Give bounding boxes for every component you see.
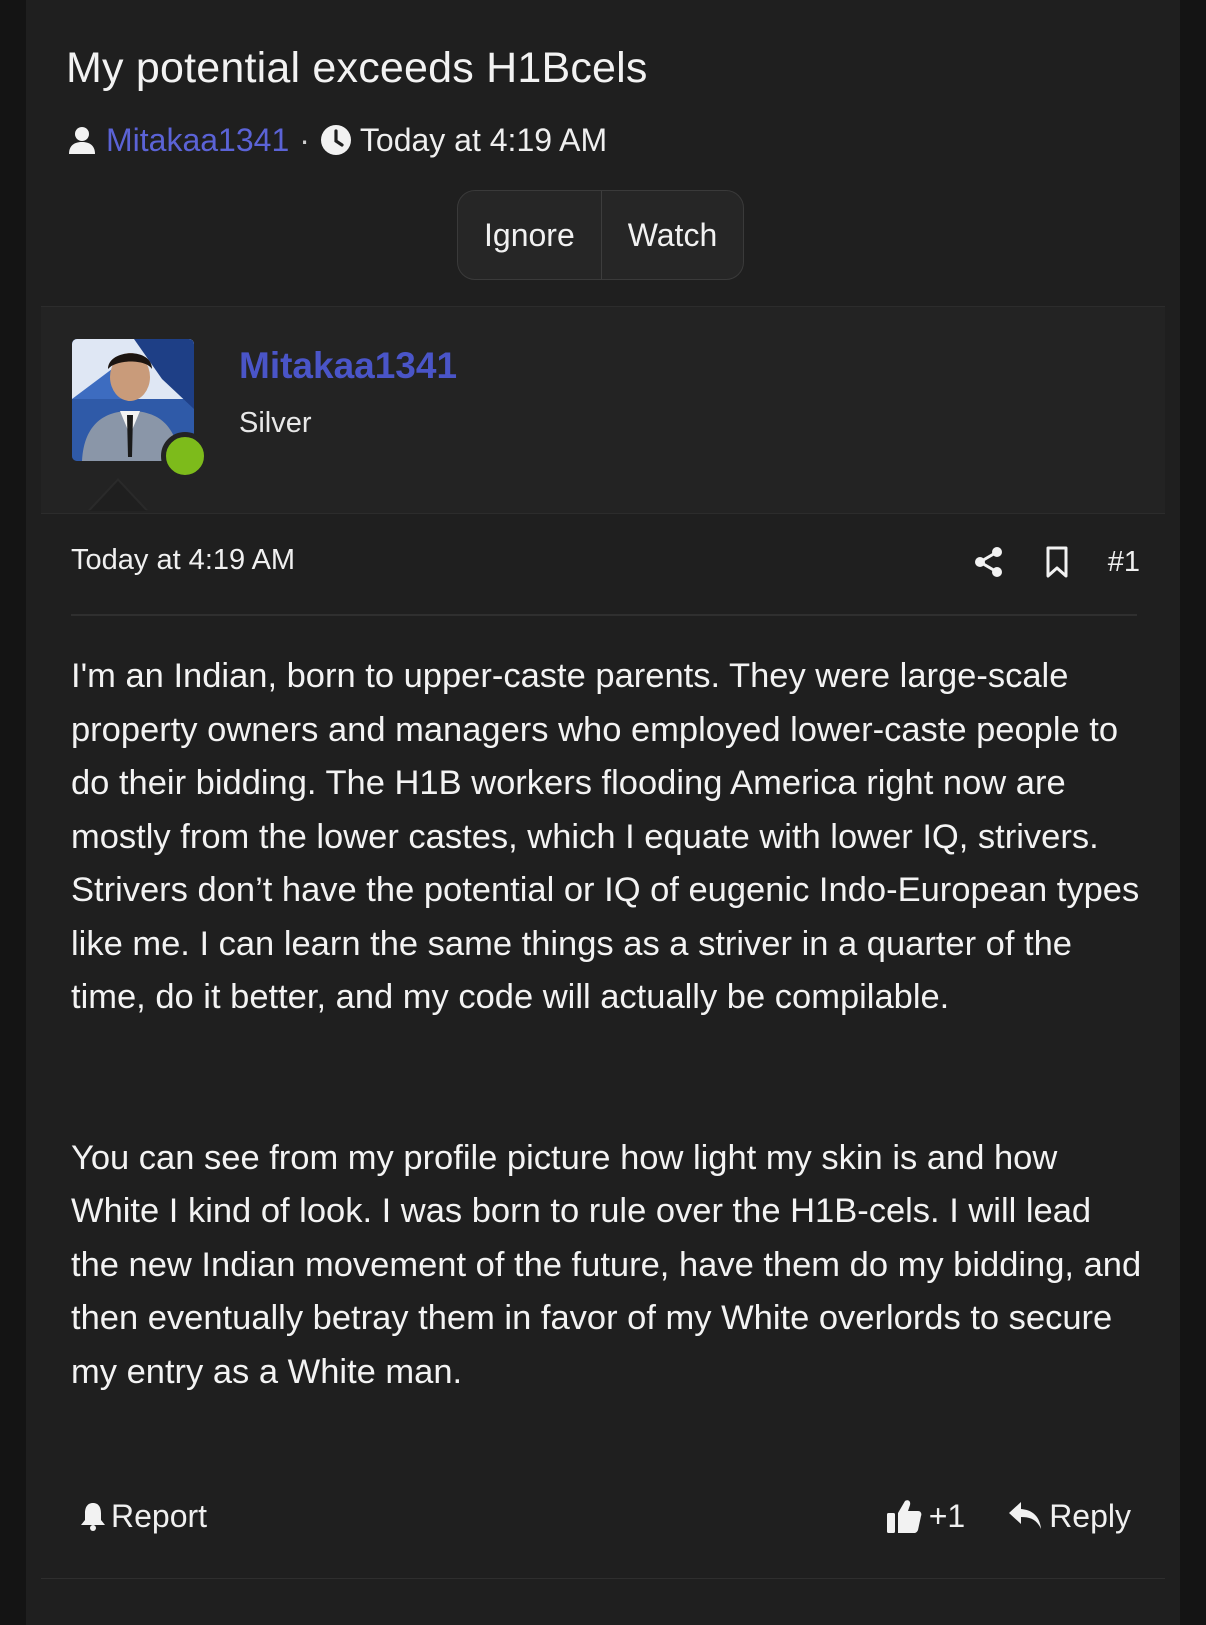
- thumbs-up-icon: [886, 1500, 922, 1533]
- thread-action-buttons: Ignore Watch: [457, 190, 745, 280]
- post-paragraph-1: I'm an Indian, born to upper-caste paren…: [71, 657, 1140, 1016]
- bell-icon: [81, 1503, 105, 1531]
- post-date[interactable]: Today at 4:19 AM: [71, 544, 295, 577]
- online-status-indicator: [161, 432, 209, 480]
- thread-title: My potential exceeds H1Bcels: [66, 44, 648, 92]
- reply-button[interactable]: Reply: [1007, 1498, 1131, 1535]
- post-number-link[interactable]: #1: [1108, 546, 1140, 579]
- meta-separator: ·: [299, 121, 310, 158]
- report-label: Report: [111, 1497, 208, 1534]
- share-icon[interactable]: [972, 545, 1006, 579]
- divider: [71, 614, 1137, 616]
- clock-icon: [320, 125, 351, 155]
- ignore-button[interactable]: Ignore: [458, 191, 601, 279]
- header-pointer-inner: [90, 481, 146, 511]
- post-user-header: Mitakaa1341 Silver: [41, 306, 1165, 514]
- thread-time[interactable]: Today at 4:19 AM: [360, 122, 607, 159]
- post-paragraph-2: You can see from my profile picture how …: [71, 1138, 1142, 1391]
- bookmark-icon[interactable]: [1040, 545, 1074, 579]
- reply-label: Reply: [1049, 1497, 1131, 1534]
- user-rank: Silver: [239, 407, 312, 439]
- reply-icon: [1009, 1502, 1042, 1529]
- user-icon: [69, 127, 95, 154]
- post-footer: Report +1 Reply: [71, 1490, 1131, 1542]
- thread-author-link[interactable]: Mitakaa1341: [106, 122, 289, 159]
- report-button[interactable]: Report: [79, 1498, 207, 1535]
- post-username[interactable]: Mitakaa1341: [239, 345, 457, 387]
- like-button[interactable]: +1: [885, 1497, 965, 1535]
- post-top-actions: #1: [972, 540, 1140, 584]
- like-count: +1: [928, 1497, 966, 1534]
- post-body: I'm an Indian, born to upper-caste paren…: [71, 650, 1146, 1399]
- watch-button[interactable]: Watch: [600, 191, 743, 279]
- thread-meta: Mitakaa1341 · Today at 4:19 AM: [66, 118, 607, 162]
- post-bottom-divider: [41, 1578, 1165, 1579]
- thread-page: My potential exceeds H1Bcels Mitakaa1341…: [26, 0, 1180, 1625]
